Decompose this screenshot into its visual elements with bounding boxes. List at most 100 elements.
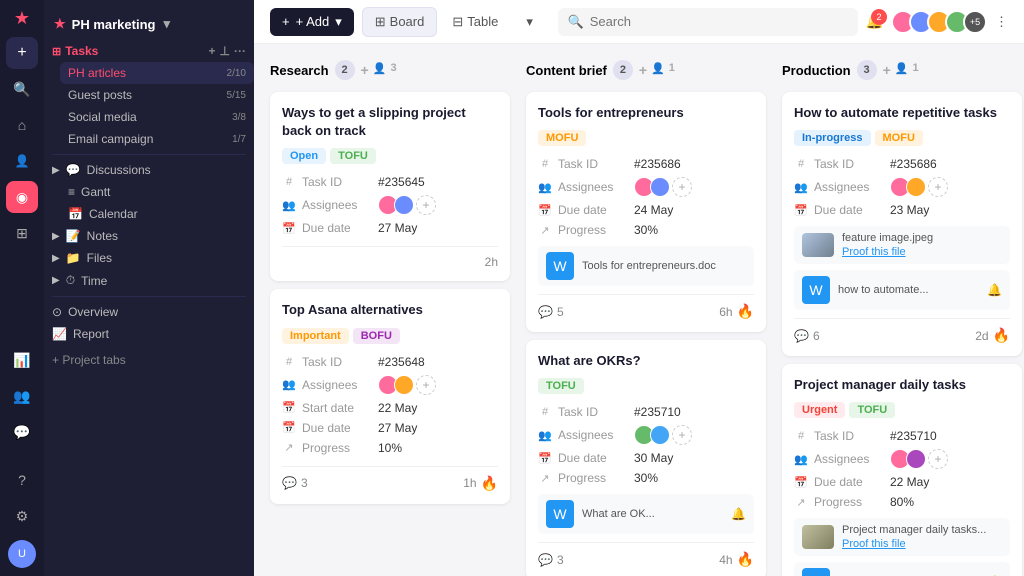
overview-icon: ⊙	[52, 305, 62, 319]
asana-add-assignee[interactable]: +	[416, 375, 436, 395]
tools-add-assignee[interactable]: +	[672, 177, 692, 197]
card-asana-startdate: 22 May	[378, 401, 417, 415]
sidebar-item-ph-articles[interactable]: PH articles 2/10	[60, 62, 254, 84]
column-research: Research 2 + 👤 3 Ways to get a slipping …	[270, 56, 510, 564]
card-automate-taskid: #235686	[890, 157, 937, 171]
everything-button[interactable]: ⊞	[6, 217, 38, 249]
view-tabs: ⊞ Board ⊟ Table ▾	[362, 7, 546, 37]
card-automate-duedate: 23 May	[890, 203, 929, 217]
card-tools-entrepreneurs[interactable]: Tools for entrepreneurs MOFU # Task ID #…	[526, 92, 766, 332]
tasks-more-icon[interactable]: ···	[234, 44, 246, 58]
comment-icon: 💬	[282, 476, 297, 490]
okrs-add-assignee[interactable]: +	[672, 425, 692, 445]
more-views-button[interactable]: ▾	[513, 7, 546, 37]
fire-icon-3: 🔥	[737, 551, 754, 568]
time-section[interactable]: ▶ ⏱ Time	[44, 269, 254, 292]
gantt-section[interactable]: ≡ Gantt	[44, 181, 254, 203]
sidebar-item-email-campaign[interactable]: Email campaign 1/7	[60, 128, 254, 150]
card-pm-taskid-row: # Task ID #235710	[794, 426, 1010, 446]
card-okrs-assignees-row: 👥 Assignees +	[538, 422, 754, 448]
project-dropdown-icon[interactable]: ▾	[163, 16, 170, 32]
home-button[interactable]: ⌂	[6, 109, 38, 141]
content-add-icon[interactable]: +	[639, 62, 647, 78]
search-button[interactable]: 🔍	[6, 73, 38, 105]
me-button[interactable]: 👤	[6, 145, 38, 177]
help-button[interactable]: ?	[6, 464, 38, 496]
new-item-button[interactable]: +	[6, 37, 38, 69]
tasks-add-icon[interactable]: +	[209, 44, 216, 58]
research-count: 2	[335, 60, 355, 80]
card-asana-progress-row: ↗ Progress 10%	[282, 438, 498, 458]
research-add-icon[interactable]: +	[361, 62, 369, 78]
column-content-header: Content brief 2 + 👤 1	[526, 56, 766, 84]
card-pm-attach-1: Project manager daily tasks... Proof thi…	[794, 518, 1010, 556]
card-ways-to-get[interactable]: Ways to get a slipping project back on t…	[270, 92, 510, 281]
content-brief-actions: + 👤 1	[639, 62, 675, 78]
word-icon-4: W	[802, 568, 830, 576]
gantt-icon: ≡	[68, 185, 75, 199]
card-okrs-progress: 30%	[634, 471, 658, 485]
settings-button[interactable]: ⚙	[6, 500, 38, 532]
pm-proof-link-1[interactable]: Proof this file	[842, 538, 986, 550]
guest-posts-count: 5/15	[227, 90, 246, 101]
card-ways-duedate-row: 📅 Due date 27 May	[282, 218, 498, 238]
card-ways-time: 2h	[485, 255, 498, 269]
notes-section[interactable]: ▶ 📝 Notes	[44, 225, 254, 247]
tag-tofu-2: TOFU	[538, 378, 584, 394]
card-top-asana[interactable]: Top Asana alternatives Important BOFU # …	[270, 289, 510, 503]
team-avatars[interactable]: +5	[891, 10, 987, 34]
tasks-filter-icon[interactable]: ⊥	[220, 44, 230, 58]
card-okrs-tags: TOFU	[538, 378, 754, 394]
hash-icon-2: #	[282, 356, 296, 368]
files-section[interactable]: ▶ 📁 Files	[44, 247, 254, 269]
notification-badge: 2	[871, 9, 887, 25]
sidebar-item-report[interactable]: 📈 Report	[44, 323, 254, 345]
research-assignee-count: 3	[390, 62, 396, 78]
production-count: 3	[857, 60, 877, 80]
card-ways-duedate: 27 May	[378, 221, 417, 235]
add-assignee-button[interactable]: +	[416, 195, 436, 215]
sidebar-item-overview[interactable]: ⊙ Overview	[44, 301, 254, 323]
card-tools-assignees: +	[634, 177, 692, 197]
chat-button[interactable]: 💬	[6, 416, 38, 448]
board-tab[interactable]: ⊞ Board	[362, 7, 438, 37]
tag-bofu: BOFU	[353, 328, 400, 344]
card-pm-tags: Urgent TOFU	[794, 402, 1010, 418]
sidebar-item-social-media[interactable]: Social media 3/8	[60, 106, 254, 128]
more-options-button[interactable]: ⋮	[995, 14, 1008, 30]
pm-add-assignee[interactable]: +	[928, 449, 948, 469]
card-ways-assignees: +	[378, 195, 436, 215]
automate-add-assignee[interactable]: +	[928, 177, 948, 197]
sidebar-item-guest-posts[interactable]: Guest posts 5/15	[60, 84, 254, 106]
reports-button[interactable]: 📊	[6, 344, 38, 376]
discussions-section[interactable]: ▶ 💬 Discussions	[44, 159, 254, 181]
card-okrs-duedate-row: 📅 Due date 30 May	[538, 448, 754, 468]
tasks-label: Tasks	[65, 44, 98, 58]
project-tabs-button[interactable]: + Project tabs	[44, 345, 254, 375]
automate-proof-link-1[interactable]: Proof this file	[842, 246, 933, 258]
production-add-icon[interactable]: +	[883, 62, 891, 78]
automate-attach-name-2: how to automate...	[838, 284, 929, 296]
card-what-okrs[interactable]: What are OKRs? TOFU # Task ID #235710 👥 …	[526, 340, 766, 576]
card-project-manager[interactable]: Project manager daily tasks Urgent TOFU …	[782, 364, 1022, 576]
card-asana-startdate-row: 📅 Start date 22 May	[282, 398, 498, 418]
projects-button[interactable]: ◉	[6, 181, 38, 213]
people-button[interactable]: 👥	[6, 380, 38, 412]
board-area: Research 2 + 👤 3 Ways to get a slipping …	[254, 44, 1024, 576]
production-title: Production	[782, 63, 851, 78]
add-button[interactable]: + + Add ▾	[270, 8, 354, 36]
user-avatar[interactable]: U	[8, 540, 36, 568]
calendar-icon: 📅	[282, 222, 296, 235]
search-input[interactable]	[590, 14, 848, 29]
card-pm-attach-2: W project manager... 🔔	[794, 562, 1010, 576]
card-automate-repetitive[interactable]: How to automate repetitive tasks In-prog…	[782, 92, 1022, 356]
table-tab[interactable]: ⊟ Table	[439, 7, 511, 37]
app-logo[interactable]: ★	[14, 8, 30, 29]
fire-icon-4: 🔥	[993, 327, 1010, 344]
calendar-section[interactable]: 📅 Calendar	[44, 203, 254, 225]
social-media-label: Social media	[68, 110, 226, 124]
time-label: Time	[81, 274, 107, 288]
sidebar: ★ PH marketing ▾ ⊞ Tasks + ⊥ ··· PH arti…	[44, 0, 254, 576]
project-name: PH marketing	[72, 17, 156, 32]
social-media-count: 3/8	[232, 112, 246, 123]
